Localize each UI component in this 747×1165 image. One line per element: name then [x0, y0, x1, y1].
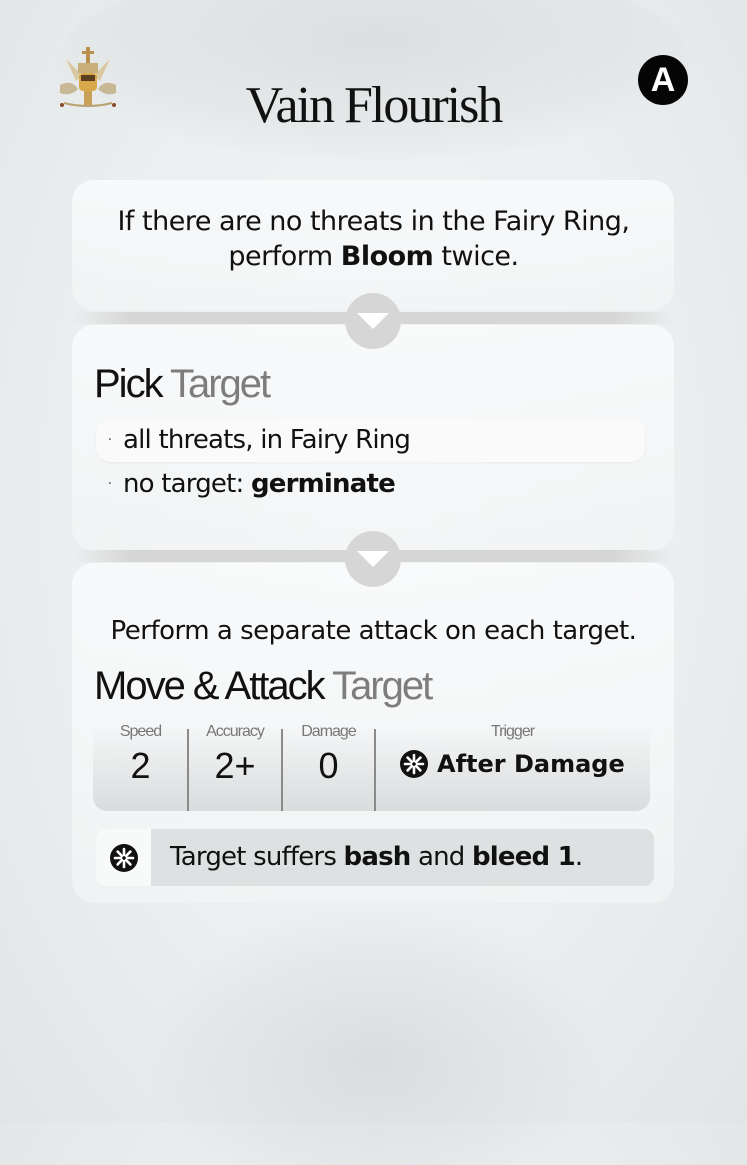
- card-title: Vain Flourish: [245, 77, 504, 134]
- stat-label: Speed: [119, 723, 162, 740]
- asterisk-trigger-icon: [400, 750, 428, 778]
- effect-keyword: bleed 1: [471, 842, 576, 872]
- stat-value: 2+: [214, 745, 256, 786]
- option-keyword: germinate: [250, 469, 396, 499]
- bullet: ·: [107, 476, 112, 492]
- option-text: no target:: [123, 469, 251, 499]
- chevron-down-icon: [357, 551, 389, 567]
- stat-speed: Speed 2: [93, 723, 188, 811]
- stat-label: Accuracy: [206, 723, 265, 740]
- intro-keyword: Bloom: [340, 241, 434, 272]
- effect-keyword: bash: [343, 842, 412, 872]
- stat-label: Trigger: [490, 723, 535, 740]
- intro-text: If there are no threats in the Fairy Rin…: [90, 204, 657, 274]
- heading-main: Pick: [94, 362, 164, 406]
- card-letter-badge: A: [638, 55, 688, 105]
- background-crest-bottom: [150, 905, 600, 1165]
- effect-text: Target suffers bash and bleed 1.: [170, 829, 583, 886]
- target-option: · all threats, in Fairy Ring: [96, 419, 645, 462]
- target-option: · no target: germinate: [96, 463, 645, 506]
- stat-value: 2: [130, 745, 151, 786]
- stat-damage: Damage 0: [282, 723, 375, 811]
- effect-text-part: .: [574, 842, 583, 872]
- attack-heading: Move & Attack Target: [94, 664, 433, 709]
- trigger-value: After Damage: [375, 749, 650, 779]
- bullet: ·: [107, 432, 112, 448]
- option-text: all threats, in Fairy Ring: [123, 425, 411, 455]
- intro-text-part: twice.: [433, 241, 519, 272]
- asterisk-trigger-icon: [109, 843, 138, 872]
- stat-accuracy: Accuracy 2+: [188, 723, 282, 811]
- heading-muted: Target: [332, 664, 433, 708]
- effect-text-part: Target suffers: [170, 842, 344, 872]
- effect-text-part: and: [410, 842, 472, 872]
- effect-icon-box: [96, 829, 151, 886]
- stat-label: Damage: [301, 723, 356, 740]
- trigger-effect-row: Target suffers bash and bleed 1.: [96, 829, 654, 886]
- attack-description: Perform a separate attack on each target…: [110, 616, 637, 646]
- stat-trigger: Trigger After Damage: [375, 723, 650, 811]
- connector-node: [345, 531, 401, 587]
- pick-target-heading: Pick Target: [94, 362, 271, 407]
- stat-value: 0: [318, 745, 339, 786]
- trigger-text: After Damage: [437, 750, 625, 778]
- connector-node: [345, 293, 401, 349]
- heading-main: Move & Attack: [94, 664, 326, 708]
- heading-muted: Target: [169, 362, 271, 406]
- attack-stats-bar: Speed 2 Accuracy 2+ Damage 0 Trigger Aft…: [93, 723, 650, 811]
- chevron-down-icon: [357, 313, 389, 329]
